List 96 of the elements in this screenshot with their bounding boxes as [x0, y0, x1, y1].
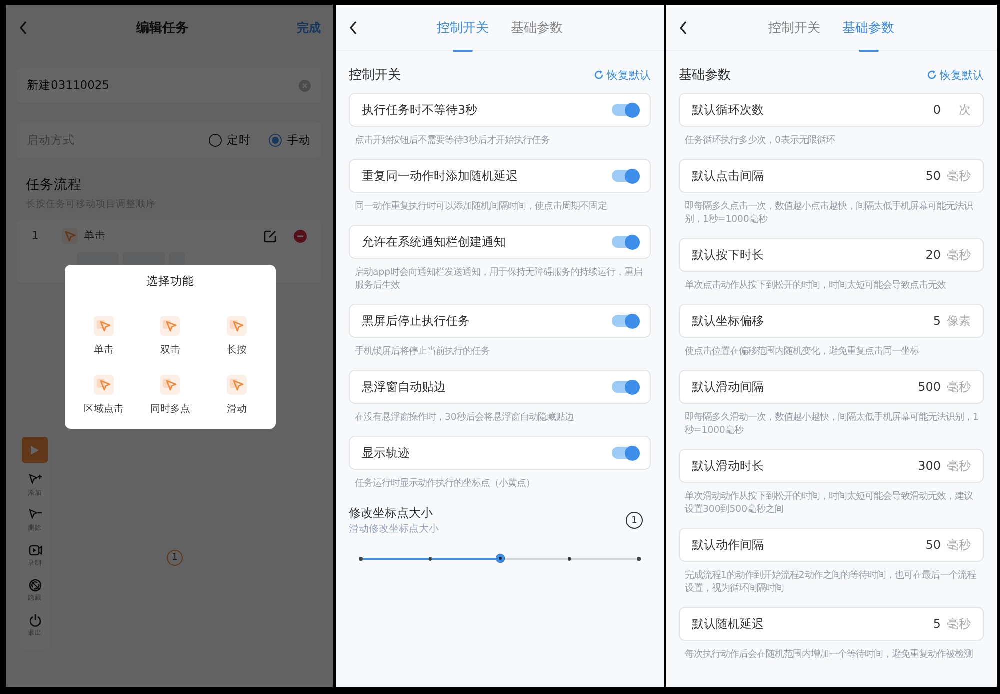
param-hint: 使点击位置在偏移范围内随机变化，避免重复点击同一坐标 — [684, 345, 920, 359]
tag-chip — [77, 252, 119, 265]
setting-label: 修改坐标点大小 — [349, 505, 434, 522]
tag-chip — [123, 252, 165, 265]
video-icon[interactable] — [28, 544, 42, 557]
param-field[interactable]: 默认按下时长 20 毫秒 — [679, 238, 984, 272]
back-icon[interactable] — [349, 20, 358, 34]
function-option[interactable]: 滑动 — [204, 375, 270, 416]
param-hint: 每次执行动作后会在随机范围内增加一个等待时间，避免重复动作被检测 — [684, 648, 974, 662]
edit-icon[interactable] — [264, 230, 277, 242]
toggle-switch[interactable] — [612, 381, 638, 393]
cursor-plus-icon[interactable] — [28, 474, 42, 487]
param-field[interactable]: 默认滑动间隔 500 毫秒 — [679, 370, 984, 404]
param-field[interactable]: 默认滑动时长 300 毫秒 — [679, 449, 984, 483]
param-value: 300 — [918, 459, 941, 473]
param-value: 20 — [926, 248, 941, 262]
param-field[interactable]: 默认循环次数 0 次 — [679, 93, 984, 127]
param-value: 5 — [933, 314, 941, 328]
param-field[interactable]: 默认动作间隔 50 毫秒 — [679, 528, 984, 562]
param-field[interactable]: 默认随机延迟 5 毫秒 — [679, 607, 984, 641]
setting-label: 允许在系统通知栏创建通知 — [362, 234, 507, 250]
section-title: 基础参数 — [679, 67, 731, 84]
param-label: 默认坐标偏移 — [692, 312, 765, 330]
refresh-icon — [594, 70, 604, 80]
setting-hint: 任务运行时显示动作执行的坐标点（小黄点） — [354, 477, 536, 491]
function-option[interactable]: 同时多点 — [137, 375, 204, 416]
param-unit: 次 — [958, 102, 971, 118]
toggle-switch[interactable] — [612, 236, 638, 248]
param-hint: 即每隔多久点击一次，数值越小点击越快，间隔太低手机屏幕可能无法识别，1秒=1000毫秒 — [684, 200, 974, 227]
function-option[interactable]: 区域点击 — [71, 375, 138, 416]
page-title: 编辑任务 — [135, 20, 190, 37]
toggle-switch[interactable] — [612, 170, 638, 182]
cursor-icon — [62, 228, 78, 244]
task-index: 1 — [32, 230, 40, 242]
param-hint: 完成流程1的动作到开始流程2动作之间的等待时间，也可在最后一个流程设置，视为循环间隔时间 — [684, 569, 978, 596]
section-title: 控制开关 — [349, 67, 401, 84]
setting-hint: 手机锁屏后将停止当前执行的任务 — [354, 345, 491, 359]
param-label: 默认点击间隔 — [692, 168, 765, 184]
back-icon[interactable] — [679, 20, 688, 34]
delete-icon[interactable] — [294, 230, 307, 242]
cursor-icon — [160, 375, 180, 395]
cursor-icon — [94, 316, 114, 336]
param-value: 0 — [933, 103, 941, 117]
param-hint: 单次滑动动作从按下到松开的时间，时间太短可能会导致滑动无效，建议设置300到500毫秒之间 — [684, 490, 974, 517]
cursor-minus-icon[interactable] — [28, 509, 42, 522]
play-button[interactable] — [22, 437, 48, 463]
function-option[interactable]: 长按 — [204, 316, 270, 357]
param-unit: 毫秒 — [946, 616, 971, 632]
param-label: 默认随机延迟 — [692, 616, 765, 632]
play-icon — [31, 446, 39, 454]
param-hint: 单次点击动作从按下到松开的时间，时间太短可能会导致点击无效 — [684, 279, 947, 293]
setting-hint: 启动app时会向通知栏发送通知，用于保持无障碍服务的持续运行，重启服务后生效 — [354, 266, 644, 293]
section-title: 任务流程 — [26, 176, 83, 194]
param-value: 5 — [933, 617, 941, 631]
setting-hint: 滑动修改坐标点大小 — [349, 522, 439, 536]
param-value: 500 — [918, 380, 941, 394]
task-name: 单击 — [84, 229, 107, 243]
cursor-icon — [94, 375, 114, 395]
setting-hint: 在没有悬浮窗操作时，30秒后会将悬浮窗自动隐藏贴边 — [354, 411, 575, 425]
setting-label: 显示轨迹 — [362, 444, 411, 462]
param-unit: 毫秒 — [946, 378, 971, 396]
param-label: 默认动作间隔 — [692, 536, 765, 554]
param-unit: 像素 — [946, 312, 971, 330]
setting-label: 重复同一动作时添加随机延迟 — [362, 168, 519, 184]
param-hint: 任务循环执行多少次，0表示无限循环 — [684, 134, 836, 148]
param-field[interactable]: 默认点击间隔 50 毫秒 — [679, 159, 984, 193]
setting-hint: 同一动作重复执行时可以添加随机间隔时间，使点击周期不固定 — [354, 200, 608, 214]
tag-chip — [169, 252, 185, 265]
param-label: 默认滑动时长 — [692, 458, 765, 474]
param-unit: 毫秒 — [946, 458, 971, 474]
toggle-switch[interactable] — [612, 104, 638, 116]
param-label: 默认循环次数 — [692, 102, 765, 118]
param-label: 默认滑动间隔 — [692, 378, 765, 396]
param-value: 50 — [926, 538, 941, 552]
point-preview: 1 — [626, 512, 643, 529]
function-option[interactable]: 单击 — [71, 316, 138, 357]
param-unit: 毫秒 — [946, 246, 971, 264]
cursor-icon — [226, 375, 247, 395]
toggle-switch[interactable] — [612, 315, 638, 327]
power-icon[interactable] — [28, 614, 42, 627]
cursor-icon — [160, 316, 180, 336]
cursor-icon — [226, 316, 247, 336]
param-hint: 即每隔多久滑动一次，数值越小越快，间隔太低手机屏幕可能无法识别，1秒=1000毫秒 — [684, 411, 980, 438]
function-option[interactable]: 双击 — [137, 316, 204, 357]
hidden-icon[interactable] — [28, 579, 42, 592]
param-label: 默认按下时长 — [692, 246, 765, 264]
setting-label: 黑屏后停止执行任务 — [362, 312, 471, 330]
setting-label: 执行任务时不等待3秒 — [362, 102, 479, 118]
param-unit: 毫秒 — [946, 536, 971, 554]
setting-hint: 点击开始按钮后不需要等待3秒后才开始执行任务 — [354, 134, 551, 148]
param-field[interactable]: 默认坐标偏移 5 像素 — [679, 304, 984, 338]
toggle-switch[interactable] — [612, 447, 638, 459]
param-value: 50 — [926, 169, 941, 183]
param-unit: 毫秒 — [946, 168, 971, 184]
setting-label: 悬浮窗自动贴边 — [362, 378, 447, 396]
refresh-icon — [927, 70, 937, 80]
